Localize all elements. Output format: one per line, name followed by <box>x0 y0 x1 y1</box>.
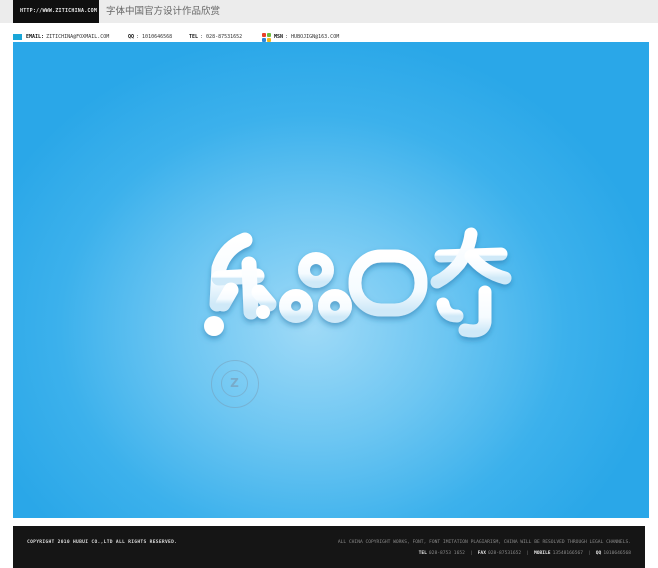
email-value[interactable]: ZITICHINA@FOXMAIL.COM <box>46 34 109 40</box>
wordmark-glyphs <box>204 227 512 338</box>
email-label: EMAIL: <box>26 34 45 40</box>
footer-qq: QQ 1010646568 <box>595 551 631 556</box>
footer-copyright: COPYRIGHT 2010 HUBUI CO.,LTD ALL RIGHTS … <box>27 540 178 545</box>
top-bar: HTTP://WWW.ZITICHINA.COM 字体中国官方设计作品欣赏 <box>0 0 658 23</box>
qq-label: QQ <box>128 34 135 40</box>
logo-artwork <box>204 227 512 338</box>
watermark-letter: Z <box>230 376 239 390</box>
tel-value: : 028-87531652 <box>200 34 243 40</box>
site-url-link[interactable]: HTTP://WWW.ZITICHINA.COM <box>13 0 99 23</box>
msn-label: MSN <box>274 34 284 40</box>
glyph-pin <box>279 252 352 323</box>
artwork-panel: Z <box>13 42 649 518</box>
mail-icon <box>13 34 22 40</box>
msn-icon <box>262 32 271 42</box>
footer-legal-notice: ALL CHINA COPYRIGHT WORKS, FONT, FONT IM… <box>337 540 631 545</box>
footer: COPYRIGHT 2010 HUBUI CO.,LTD ALL RIGHTS … <box>13 526 645 568</box>
glyph-le <box>209 232 277 320</box>
tel-label: TEL <box>189 34 199 40</box>
footer-separator: | <box>588 551 591 556</box>
footer-separator: | <box>526 551 529 556</box>
msn-value: : HUBOJIGN@163.COM <box>285 34 340 40</box>
footer-fax: FAX 028-87531652 <box>477 551 522 556</box>
footer-tel: TEL 028-8753 1652 <box>418 551 465 556</box>
qq-value: : 1010646568 <box>136 34 173 40</box>
glyph-qi <box>430 227 512 338</box>
footer-contact-row: TEL 028-8753 1652 | FAX 028-87531652 | MOB… <box>419 551 631 556</box>
footer-separator: | <box>469 551 473 556</box>
footer-mobile: MOBILE 13548166567 <box>533 551 583 556</box>
site-title: 字体中国官方设计作品欣赏 <box>106 6 221 17</box>
glyph-qu <box>348 237 428 317</box>
watermark-seal: Z <box>211 360 259 408</box>
